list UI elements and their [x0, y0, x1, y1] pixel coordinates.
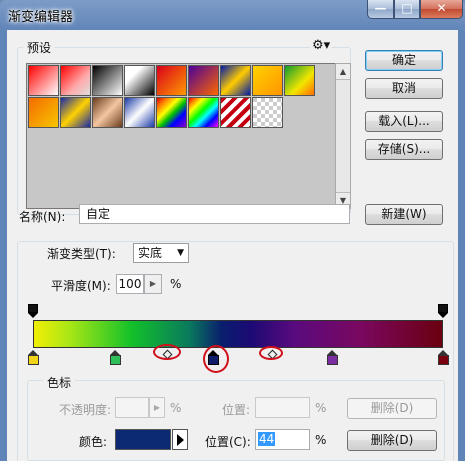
scroll-up-icon[interactable]: ▲ [336, 64, 350, 80]
color-stop-marker[interactable] [326, 350, 338, 366]
preset-swatch[interactable] [92, 97, 123, 128]
preset-swatch[interactable] [188, 65, 219, 96]
play-arrow-icon [177, 434, 184, 446]
opacity-stop-left[interactable] [28, 304, 38, 318]
smoothness-input[interactable]: 100 [116, 274, 144, 294]
opacity-input [115, 397, 149, 418]
chevron-down-icon: ▼ [177, 248, 184, 258]
window-title: 渐变编辑器 [8, 10, 74, 25]
stop-color-swatch[interactable] [115, 429, 171, 450]
color-stop-marker[interactable] [27, 350, 39, 366]
preset-swatch[interactable] [284, 65, 315, 96]
name-input[interactable]: 自定 [79, 204, 350, 224]
preset-swatch[interactable] [156, 97, 187, 128]
opacity-position-input [255, 397, 310, 418]
maximize-button[interactable]: □ [394, 0, 420, 19]
preset-swatch[interactable] [28, 65, 59, 96]
color-stop-marker[interactable] [109, 350, 121, 366]
presets-label: 预设 [23, 39, 56, 56]
close-button[interactable]: ✕ [420, 0, 463, 19]
color-label: 颜色: [79, 435, 108, 449]
preset-swatch[interactable] [220, 65, 251, 96]
delete-color-stop-button[interactable]: 删除(D) [347, 430, 437, 451]
gear-icon[interactable]: ⚙▾ [310, 38, 333, 53]
ok-button[interactable]: 确定 [365, 50, 443, 71]
color-picker-arrow-button[interactable] [172, 429, 188, 450]
preset-swatch[interactable] [124, 65, 155, 96]
color-position-unit: % [315, 433, 327, 447]
name-label: 名称(N): [19, 210, 66, 224]
preset-swatch[interactable] [220, 97, 251, 128]
presets-scrollbar[interactable]: ▲ ▼ [335, 63, 351, 209]
opacity-label: 不透明度: [59, 403, 112, 417]
new-button[interactable]: 新建(W) [365, 204, 443, 225]
preset-swatch[interactable] [60, 65, 91, 96]
gradient-preview-bar[interactable] [33, 320, 443, 348]
preset-swatch[interactable] [188, 97, 219, 128]
preset-swatch[interactable] [92, 65, 123, 96]
title-bar[interactable]: 渐变编辑器 — □ ✕ [0, 0, 465, 30]
minimize-icon: — [374, 1, 387, 15]
color-position-input[interactable]: 44 [255, 429, 310, 450]
gradient-editor-window: 渐变编辑器 — □ ✕ 预设 ⚙▾ ▲ ▼ 确定 取消 载入(L)... 存储(… [0, 0, 465, 461]
opacity-stepper-icon: ▶ [149, 397, 165, 418]
gradient-type-label: 渐变类型(T): [43, 245, 120, 262]
annotation-circle [153, 344, 181, 360]
annotation-circle [259, 346, 283, 360]
preset-swatch[interactable] [124, 97, 155, 128]
preset-swatch[interactable] [28, 97, 59, 128]
smoothness-label: 平滑度(M): [51, 279, 111, 293]
minimize-button[interactable]: — [367, 0, 394, 19]
color-position-label: 位置(C): [205, 435, 251, 449]
save-button[interactable]: 存储(S)... [365, 139, 443, 160]
preset-swatch[interactable] [60, 97, 91, 128]
preset-swatch[interactable] [252, 97, 283, 128]
preset-swatch[interactable] [252, 65, 283, 96]
color-stop-marker[interactable] [437, 350, 449, 366]
gradient-type-value: 实底 [138, 246, 163, 260]
load-button[interactable]: 载入(L)... [365, 111, 443, 132]
preset-swatch[interactable] [156, 65, 187, 96]
opacity-position-unit: % [315, 401, 327, 415]
smoothness-stepper-icon[interactable]: ▶ [144, 274, 162, 294]
close-icon: ✕ [436, 1, 447, 15]
preset-swatch-list[interactable] [26, 63, 344, 209]
maximize-icon: □ [401, 1, 413, 15]
gradient-type-select[interactable]: 实底 ▼ [133, 243, 189, 263]
smoothness-unit: % [170, 277, 182, 291]
color-position-value: 44 [258, 432, 276, 446]
opacity-unit: % [170, 401, 182, 415]
dialog-body: 预设 ⚙▾ ▲ ▼ 确定 取消 载入(L)... 存储(S)... 名称(N):… [7, 30, 458, 461]
delete-opacity-stop-button: 删除(D) [347, 398, 437, 419]
opacity-position-label: 位置: [222, 403, 251, 417]
opacity-stop-right[interactable] [438, 304, 448, 318]
stops-label: 色标 [43, 374, 76, 391]
cancel-button[interactable]: 取消 [365, 78, 443, 99]
annotation-circle [203, 345, 229, 373]
